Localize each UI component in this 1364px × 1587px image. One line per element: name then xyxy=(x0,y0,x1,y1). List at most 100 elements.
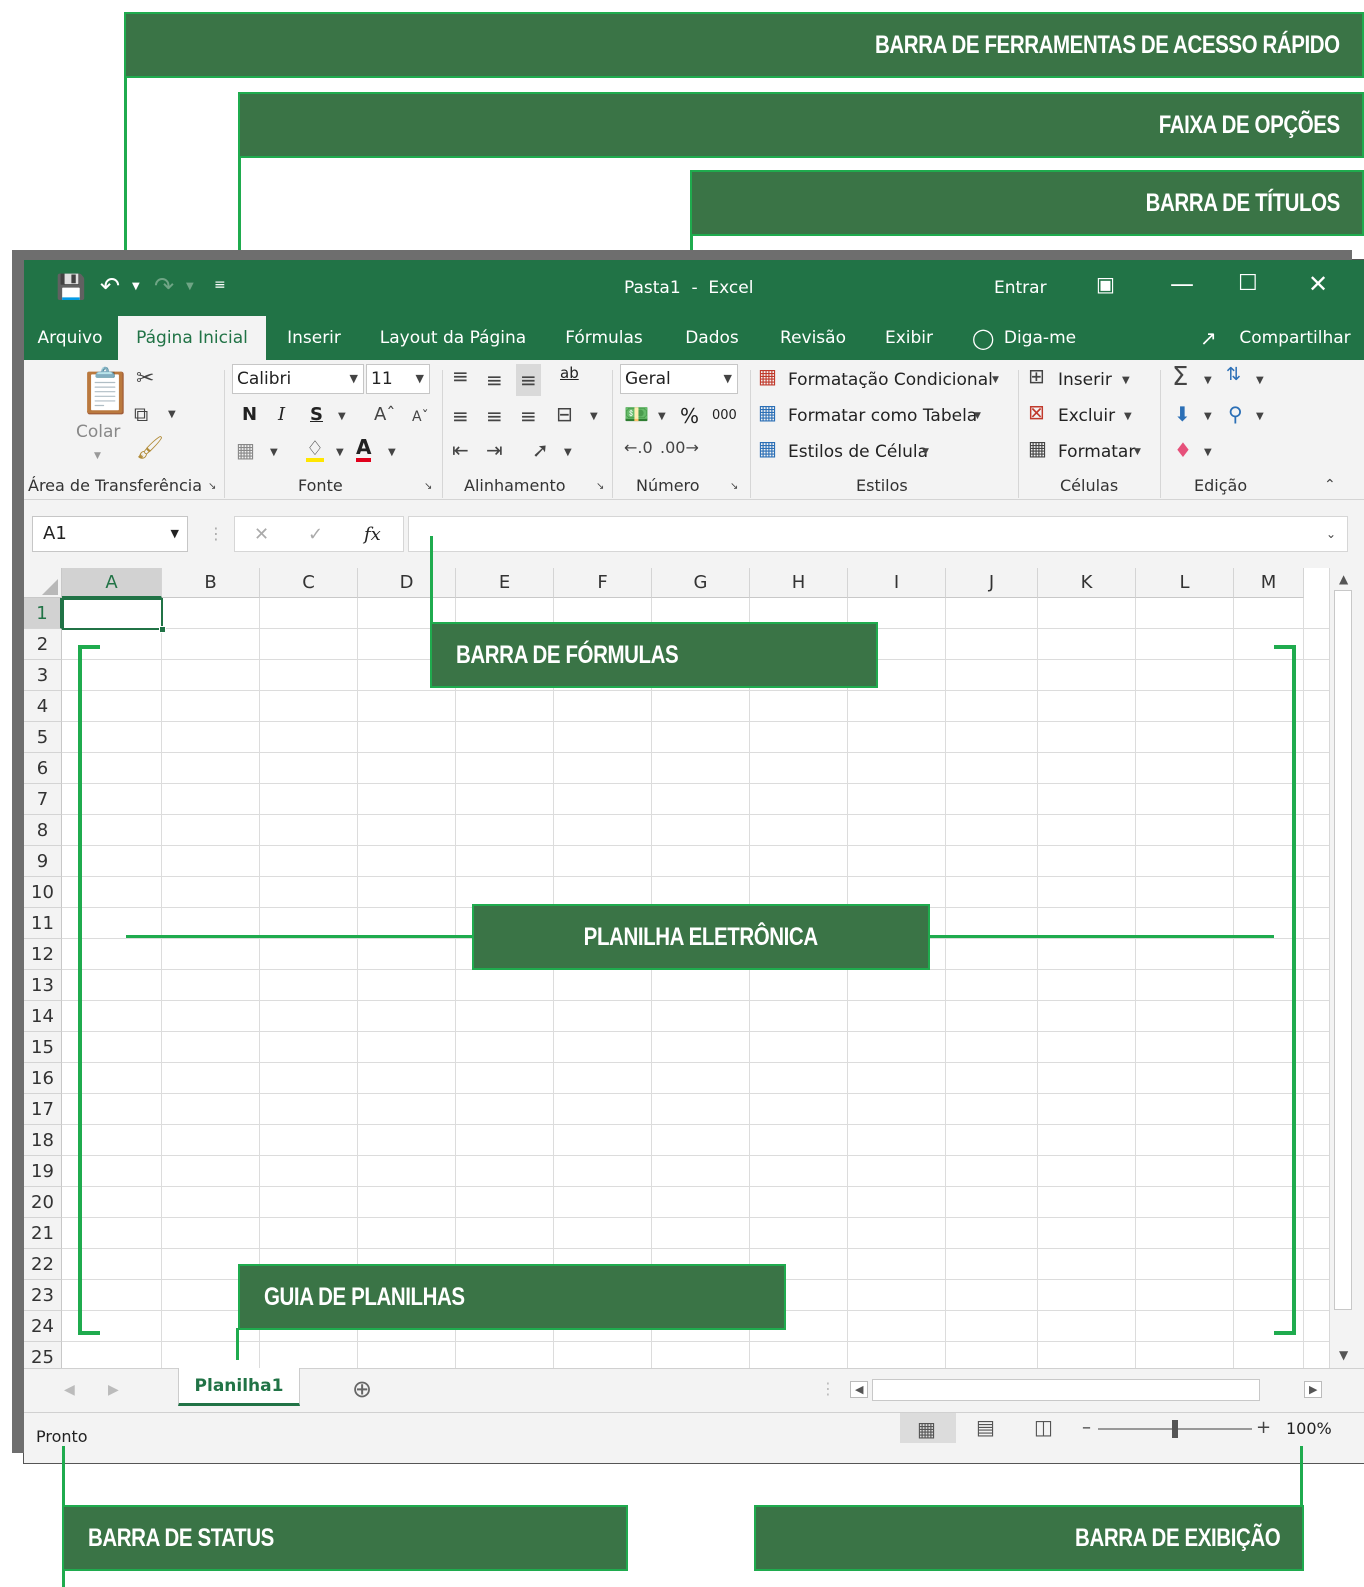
copy-icon[interactable]: ⧉ xyxy=(134,404,148,424)
expand-formula-icon[interactable]: ⌄ xyxy=(1326,528,1336,540)
horizontal-scrollbar[interactable] xyxy=(872,1379,1260,1401)
tell-me-input[interactable]: Diga-me xyxy=(998,316,1082,360)
fill-icon[interactable]: ⬇ xyxy=(1174,404,1191,424)
add-sheet-icon[interactable]: ⊕ xyxy=(352,1377,372,1401)
underline-dropdown-icon[interactable]: ▼ xyxy=(338,412,346,422)
row-header[interactable]: 4 xyxy=(24,691,62,722)
insert-cells-button[interactable]: Inserir xyxy=(1058,370,1112,390)
format-table-button[interactable]: Formatar como Tabela xyxy=(788,406,977,426)
delete-dropdown-icon[interactable]: ▼ xyxy=(1124,412,1132,422)
row-header[interactable]: 3 xyxy=(24,660,62,691)
scroll-down-icon[interactable]: ▼ xyxy=(1339,1348,1348,1362)
increase-indent-icon[interactable]: ⇥ xyxy=(486,440,503,460)
column-header[interactable]: B xyxy=(162,568,260,598)
scroll-up-icon[interactable]: ▲ xyxy=(1339,572,1348,586)
orientation-icon[interactable]: ➚ xyxy=(532,440,549,460)
format-cells-button[interactable]: Formatar xyxy=(1058,442,1135,462)
merge-center-icon[interactable]: ⊟ xyxy=(556,404,573,424)
next-sheet-icon[interactable]: ▶ xyxy=(108,1383,119,1397)
row-header[interactable]: 21 xyxy=(24,1218,62,1249)
column-header[interactable]: E xyxy=(456,568,554,598)
align-right-icon[interactable]: ≡ xyxy=(520,406,537,426)
signin-link[interactable]: Entrar xyxy=(994,260,1047,316)
tab-pagina-inicial[interactable]: Página Inicial xyxy=(118,316,266,360)
tab-arquivo[interactable]: Arquivo xyxy=(24,316,116,360)
insert-function-button[interactable]: fx xyxy=(364,524,381,545)
row-header[interactable]: 12 xyxy=(24,939,62,970)
tab-layout-da-pagina[interactable]: Layout da Página xyxy=(372,316,534,360)
page-layout-icon[interactable]: ▤ xyxy=(976,1417,995,1437)
clear-icon[interactable]: ♦ xyxy=(1174,440,1192,460)
format-table-dropdown-icon[interactable]: ▼ xyxy=(974,412,981,421)
redo-dropdown-icon[interactable]: ▼ xyxy=(186,282,194,292)
format-painter-icon[interactable]: 🖌 xyxy=(136,438,164,460)
name-box[interactable]: A1 ▼ xyxy=(32,516,188,552)
column-header[interactable]: I xyxy=(848,568,946,598)
column-header[interactable]: L xyxy=(1136,568,1234,598)
insert-dropdown-icon[interactable]: ▼ xyxy=(1122,376,1130,386)
cut-icon[interactable]: ✂ xyxy=(136,368,154,390)
close-icon[interactable]: ✕ xyxy=(1308,272,1328,296)
row-header[interactable]: 22 xyxy=(24,1249,62,1280)
dialog-launcher-icon[interactable]: ↘ xyxy=(424,482,432,492)
thousands-button[interactable]: 000 xyxy=(712,408,737,423)
ribbon-display-options-icon[interactable]: ▣ xyxy=(1096,274,1115,294)
row-header[interactable]: 24 xyxy=(24,1311,62,1342)
decrease-decimal-icon[interactable]: .00→ xyxy=(660,440,699,456)
sheet-tab-planilha1[interactable]: Planilha1 xyxy=(178,1368,300,1406)
row-header[interactable]: 9 xyxy=(24,846,62,877)
normal-view-button[interactable]: ▦ xyxy=(900,1413,956,1443)
row-header[interactable]: 20 xyxy=(24,1187,62,1218)
zoom-level[interactable]: 100% xyxy=(1286,1419,1332,1438)
wrap-text-icon[interactable]: ab xyxy=(560,364,579,382)
align-left-icon[interactable]: ≡ xyxy=(452,406,469,426)
scroll-thumb[interactable] xyxy=(1334,590,1352,1310)
find-icon[interactable]: ⚲ xyxy=(1228,404,1243,424)
increase-decimal-icon[interactable]: ←.0 xyxy=(624,440,653,456)
clear-dropdown-icon[interactable]: ▼ xyxy=(1204,448,1212,458)
decrease-indent-icon[interactable]: ⇤ xyxy=(452,440,469,460)
tab-formulas[interactable]: Fórmulas xyxy=(556,316,652,360)
underline-button[interactable]: S xyxy=(310,404,323,425)
column-header[interactable]: A xyxy=(62,568,162,598)
row-header[interactable]: 13 xyxy=(24,970,62,1001)
tab-inserir[interactable]: Inserir xyxy=(274,316,354,360)
merge-dropdown-icon[interactable]: ▼ xyxy=(590,412,598,422)
dialog-launcher-icon[interactable]: ↘ xyxy=(730,482,738,492)
autosum-dropdown-icon[interactable]: ▼ xyxy=(1204,376,1212,386)
paste-label[interactable]: Colar xyxy=(76,422,120,442)
maximize-icon[interactable]: ☐ xyxy=(1238,273,1258,295)
borders-icon[interactable]: ▦ xyxy=(236,440,255,460)
row-header[interactable]: 11 xyxy=(24,908,62,939)
find-dropdown-icon[interactable]: ▼ xyxy=(1256,412,1264,422)
cell-styles-dropdown-icon[interactable]: ▼ xyxy=(922,448,929,457)
column-header[interactable]: C xyxy=(260,568,358,598)
row-header[interactable]: 23 xyxy=(24,1280,62,1311)
row-header[interactable]: 14 xyxy=(24,1001,62,1032)
minimize-icon[interactable]: — xyxy=(1170,272,1194,296)
fill-color-icon[interactable]: ♢ xyxy=(306,438,324,462)
column-header[interactable]: H xyxy=(750,568,848,598)
conditional-dropdown-icon[interactable]: ▼ xyxy=(992,376,999,385)
fill-handle[interactable] xyxy=(159,626,166,633)
paste-dropdown-icon[interactable]: ▼ xyxy=(94,452,101,461)
row-header[interactable]: 19 xyxy=(24,1156,62,1187)
tab-dados[interactable]: Dados xyxy=(674,316,750,360)
italic-button[interactable]: I xyxy=(278,404,285,425)
dialog-launcher-icon[interactable]: ↘ xyxy=(596,482,604,492)
font-color-dropdown-icon[interactable]: ▼ xyxy=(388,448,396,458)
customize-qat-icon[interactable]: ≡ xyxy=(214,278,226,292)
scroll-left-icon[interactable]: ◀ xyxy=(850,1381,869,1398)
sort-dropdown-icon[interactable]: ▼ xyxy=(1256,376,1264,386)
column-header[interactable]: M xyxy=(1234,568,1304,598)
number-format-select[interactable]: Geral ▼ xyxy=(620,364,738,394)
column-header[interactable]: G xyxy=(652,568,750,598)
save-icon[interactable]: 💾 xyxy=(56,275,86,299)
fill-color-dropdown-icon[interactable]: ▼ xyxy=(336,448,344,458)
zoom-out-icon[interactable]: – xyxy=(1082,1419,1091,1437)
scroll-right-icon[interactable]: ▶ xyxy=(1304,1381,1323,1398)
decrease-font-icon[interactable]: Aˇ xyxy=(412,410,429,424)
orientation-dropdown-icon[interactable]: ▼ xyxy=(564,448,572,458)
undo-icon[interactable]: ↶ xyxy=(100,274,120,298)
percent-button[interactable]: % xyxy=(680,404,699,428)
